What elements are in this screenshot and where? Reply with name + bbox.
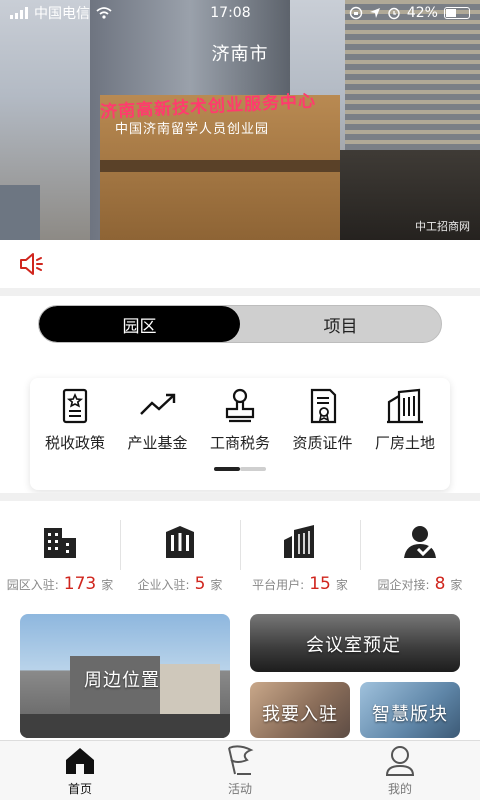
- tab-label: 我的: [387, 782, 412, 796]
- battery-percent: 42%: [406, 5, 438, 21]
- category-business-tax[interactable]: 工商税务: [199, 382, 281, 453]
- tab-activity[interactable]: 活动: [160, 741, 320, 800]
- category-label: 厂房土地: [374, 434, 435, 452]
- tile-label: 会议室预定: [306, 635, 401, 656]
- stat-value: 15: [309, 574, 331, 594]
- bottom-tab-bar: 首页 活动 我的: [0, 740, 480, 800]
- category-industry-fund[interactable]: 产业基金: [117, 382, 199, 453]
- stat-unit: 家: [335, 578, 348, 592]
- activity-flag-icon: [228, 745, 254, 775]
- stat-park-settled[interactable]: 园区入驻: 173 家: [0, 514, 120, 594]
- home-icon: [66, 748, 94, 774]
- category-tax-policy[interactable]: 税收政策: [34, 382, 116, 453]
- category-label: 工商税务: [209, 434, 270, 452]
- enterprise-building-icon: [166, 526, 194, 558]
- service-category-card: 税收政策 产业基金 工商税务 资质证件 厂房土地: [30, 378, 450, 490]
- tile-label: 周边位置: [84, 670, 160, 691]
- factory-building-icon: [387, 388, 423, 424]
- stat-unit: 家: [101, 578, 114, 592]
- category-qualification[interactable]: 资质证件: [282, 382, 364, 453]
- clock-time: 17:08: [210, 5, 251, 21]
- stat-park-enterprise-match[interactable]: 园企对接: 8 家: [360, 514, 480, 594]
- category-label: 资质证件: [292, 434, 353, 452]
- stat-label: 园区入驻:: [6, 578, 59, 592]
- stamp-icon: [225, 388, 255, 423]
- carousel-indicator: [214, 467, 266, 471]
- building-sign-sub: 中国济南留学人员创业园: [115, 122, 270, 137]
- tab-label: 首页: [67, 782, 92, 796]
- stat-value: 5: [194, 574, 206, 594]
- trend-up-icon: [139, 393, 175, 415]
- category-label: 税收政策: [44, 434, 105, 452]
- stat-unit: 家: [210, 578, 223, 592]
- stat-value: 173: [63, 574, 97, 594]
- statistics-row: 园区入驻: 173 家 企业入驻: 5 家 平台用户: 15 家 园企对接: 8…: [0, 514, 480, 594]
- stat-label: 平台用户:: [252, 578, 305, 592]
- banner-watermark: 中工招商网: [415, 220, 470, 233]
- stat-value: 8: [434, 574, 446, 594]
- battery-icon: [443, 7, 470, 19]
- handshake-user-icon: [404, 526, 436, 558]
- tile-smart-section[interactable]: 智慧版块: [360, 682, 460, 738]
- platform-building-icon: [284, 525, 314, 558]
- location-icon: [369, 8, 380, 18]
- alarm-icon: [388, 7, 400, 20]
- hero-banner[interactable]: 济南市 济南高新技术创业服务中心 中国济南留学人员创业园 中工招商网: [0, 0, 480, 240]
- certificate-icon: [310, 388, 336, 424]
- park-project-toggle[interactable]: 园区 项目: [38, 305, 442, 343]
- tab-project[interactable]: 项目: [240, 306, 441, 342]
- category-label: 产业基金: [127, 434, 188, 452]
- tab-park[interactable]: 园区: [39, 306, 240, 342]
- policy-document-icon: [62, 388, 88, 424]
- tile-meeting-room-booking[interactable]: 会议室预定: [250, 614, 460, 672]
- signal-icon: [10, 7, 28, 19]
- stat-platform-users[interactable]: 平台用户: 15 家: [240, 514, 360, 594]
- stat-label: 企业入驻:: [137, 578, 190, 592]
- lock-rotation-icon: [349, 6, 363, 20]
- tile-label: 我要入驻: [262, 704, 338, 725]
- park-building-icon: [44, 528, 76, 558]
- user-profile-icon: [385, 746, 415, 776]
- tab-mine[interactable]: 我的: [320, 741, 480, 800]
- announcement-bar[interactable]: [0, 240, 480, 288]
- tile-nearby-location[interactable]: 周边位置: [20, 614, 230, 738]
- stat-label: 园企对接:: [377, 578, 430, 592]
- carrier-label: 中国电信: [34, 6, 90, 22]
- wifi-icon: [96, 7, 112, 19]
- tab-home[interactable]: 首页: [0, 741, 160, 800]
- city-name: 济南市: [211, 44, 269, 65]
- tile-label: 智慧版块: [372, 704, 448, 725]
- stat-unit: 家: [450, 578, 463, 592]
- section-divider: [0, 288, 480, 296]
- stat-enterprise-settled[interactable]: 企业入驻: 5 家: [120, 514, 240, 594]
- tab-label: 活动: [227, 782, 252, 796]
- tile-apply-settle[interactable]: 我要入驻: [250, 682, 350, 738]
- speaker-icon: [20, 253, 43, 275]
- section-divider: [0, 493, 480, 501]
- category-factory-land[interactable]: 厂房土地: [364, 382, 446, 453]
- status-bar: 中国电信 17:08 42%: [0, 0, 480, 26]
